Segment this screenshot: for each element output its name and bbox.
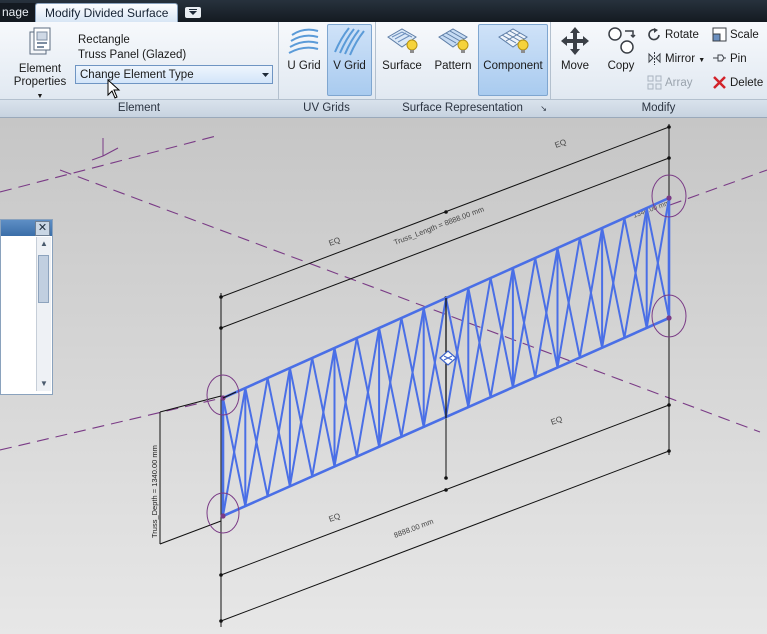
- chevron-down-icon: [262, 73, 269, 77]
- copy-button[interactable]: Copy: [600, 25, 642, 95]
- move-button[interactable]: Move: [553, 25, 597, 95]
- element-properties-button[interactable]: Element Properties ▼: [10, 26, 70, 103]
- scroll-up-icon[interactable]: ▲: [38, 238, 50, 250]
- component-button[interactable]: Component: [478, 24, 548, 96]
- u-grid-icon: [288, 28, 319, 54]
- ribbon: Element Properties ▼ Rectangle Truss Pan…: [0, 22, 767, 118]
- properties-scrollbar[interactable]: ▲ ▼: [36, 237, 51, 391]
- move-icon: [561, 27, 589, 55]
- ribbon-tab-strip: nage Modify Divided Surface: [0, 0, 767, 22]
- v-grid-icon: [333, 27, 365, 56]
- type-name: Truss Panel (Glazed): [78, 49, 187, 61]
- pattern-button[interactable]: Pattern: [428, 25, 478, 95]
- scale-button[interactable]: Scale: [712, 26, 759, 44]
- uv-grids-panel: U Grid V Grid UV Grids: [278, 22, 376, 117]
- scale-icon: [712, 27, 727, 42]
- family-name: Rectangle: [78, 34, 130, 46]
- modify-panel-label: Modify: [550, 99, 767, 117]
- element-properties-label-1: Element: [18, 63, 62, 75]
- pin-icon: [713, 54, 726, 62]
- element-panel-label: Element: [0, 99, 278, 117]
- mirror-icon: [648, 52, 661, 66]
- change-element-type-select[interactable]: Change Element Type: [75, 65, 273, 84]
- truss-depth-label: Truss_Depth = 1340.00 mm: [150, 445, 159, 538]
- component-label: Component: [483, 60, 543, 72]
- surface-representation-label-text: Surface Representation: [402, 102, 523, 114]
- modify-panel: Move Copy Rotate Mirror ▼ Array Scale Pi…: [550, 22, 767, 117]
- pin-label: Pin: [730, 53, 747, 65]
- element-properties-icon: [29, 27, 51, 55]
- array-icon: [647, 75, 662, 90]
- v-grid-button[interactable]: V Grid: [327, 24, 372, 96]
- rotate-label: Rotate: [665, 29, 699, 41]
- rotate-button[interactable]: Rotate: [647, 26, 699, 44]
- tab-modify-divided-surface[interactable]: Modify Divided Surface: [35, 3, 179, 22]
- delete-icon: [713, 76, 726, 90]
- copy-label: Copy: [607, 60, 635, 72]
- array-button[interactable]: Array: [647, 74, 692, 92]
- component-icon: [498, 28, 529, 53]
- surface-representation-panel: Surface Pattern Component Surface Repres…: [375, 22, 551, 117]
- surface-label: Surface: [382, 60, 422, 72]
- move-label: Move: [560, 60, 590, 72]
- change-element-type-value: Change Element Type: [80, 69, 194, 81]
- chevron-down-icon: [189, 9, 197, 15]
- drawing-canvas[interactable]: EQ EQ Truss_Length = 8888.00 mm EQ EQ 88…: [0, 118, 767, 634]
- ribbon-options-dropdown[interactable]: [185, 7, 201, 18]
- scale-label: Scale: [730, 29, 759, 41]
- pattern-label: Pattern: [434, 60, 472, 72]
- mirror-label: Mirror: [665, 53, 696, 65]
- mouse-cursor-icon: [107, 79, 121, 99]
- close-icon[interactable]: ✕: [35, 221, 50, 236]
- surface-button[interactable]: Surface: [379, 25, 425, 95]
- mirror-dropdown-icon[interactable]: ▼: [698, 57, 705, 64]
- panel-expand-icon[interactable]: ↘: [540, 100, 547, 117]
- tab-previous[interactable]: nage: [0, 3, 35, 21]
- delete-label: Delete: [730, 77, 764, 89]
- rotate-icon: [648, 28, 660, 41]
- surface-representation-panel-label: Surface Representation ↘: [375, 99, 550, 117]
- mirror-button[interactable]: Mirror ▼: [647, 50, 705, 68]
- properties-palette: ✕ ▲ ▼: [0, 219, 53, 395]
- element-panel: Element Properties ▼ Rectangle Truss Pan…: [0, 22, 279, 117]
- u-grid-button[interactable]: U Grid: [282, 25, 326, 95]
- pin-button[interactable]: Pin: [712, 50, 747, 68]
- v-grid-label: V Grid: [333, 60, 366, 72]
- pattern-icon: [438, 28, 469, 53]
- surface-icon: [387, 28, 418, 53]
- array-label: Array: [665, 77, 693, 89]
- uv-grids-panel-label: UV Grids: [278, 99, 375, 117]
- scroll-thumb[interactable]: [38, 255, 49, 303]
- element-properties-label-2: Properties: [13, 76, 67, 88]
- scroll-down-icon[interactable]: ▼: [38, 378, 50, 390]
- u-grid-label: U Grid: [287, 60, 321, 72]
- copy-icon: [608, 27, 636, 54]
- delete-button[interactable]: Delete: [712, 74, 763, 92]
